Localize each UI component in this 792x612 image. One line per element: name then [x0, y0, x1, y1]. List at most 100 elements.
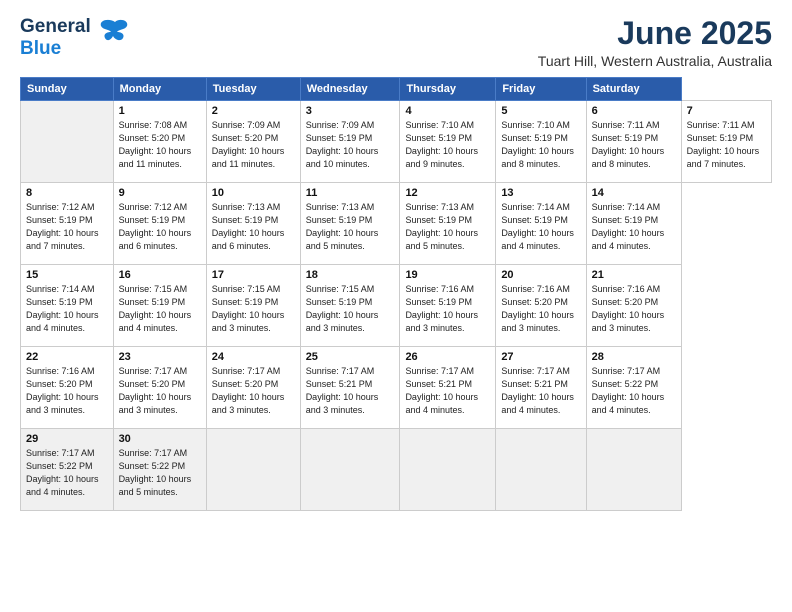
day-number: 8 [26, 187, 108, 199]
day-info: Sunrise: 7:17 AMSunset: 5:22 PMDaylight:… [592, 365, 676, 417]
calendar-day-cell: 28 Sunrise: 7:17 AMSunset: 5:22 PMDayligh… [586, 347, 681, 429]
day-info: Sunrise: 7:13 AMSunset: 5:19 PMDaylight:… [306, 201, 395, 253]
day-header-tuesday: Tuesday [206, 78, 300, 101]
day-info: Sunrise: 7:15 AMSunset: 5:19 PMDaylight:… [119, 283, 201, 335]
header: General Blue June 2025 Tuart Hill, Weste… [20, 16, 772, 69]
calendar-day-cell: 5 Sunrise: 7:10 AMSunset: 5:19 PMDaylight… [496, 101, 586, 183]
month-title: June 2025 [538, 16, 772, 51]
day-number: 4 [405, 105, 490, 117]
day-number: 16 [119, 269, 201, 281]
calendar-day-cell: 24 Sunrise: 7:17 AMSunset: 5:20 PMDayligh… [206, 347, 300, 429]
page: General Blue June 2025 Tuart Hill, Weste… [0, 0, 792, 612]
calendar-week-row: 1 Sunrise: 7:08 AMSunset: 5:20 PMDaylight… [21, 101, 772, 183]
day-info: Sunrise: 7:17 AMSunset: 5:22 PMDaylight:… [119, 447, 201, 499]
location-title: Tuart Hill, Western Australia, Australia [538, 53, 772, 69]
day-info: Sunrise: 7:13 AMSunset: 5:19 PMDaylight:… [405, 201, 490, 253]
day-number: 2 [212, 105, 295, 117]
day-number: 7 [687, 105, 766, 117]
day-number: 25 [306, 351, 395, 363]
calendar-day-cell: 7 Sunrise: 7:11 AMSunset: 5:19 PMDaylight… [681, 101, 771, 183]
calendar-day-cell: 11 Sunrise: 7:13 AMSunset: 5:19 PMDayligh… [300, 183, 400, 265]
day-number: 1 [119, 105, 201, 117]
day-info: Sunrise: 7:09 AMSunset: 5:19 PMDaylight:… [306, 119, 395, 171]
calendar-day-cell: 2 Sunrise: 7:09 AMSunset: 5:20 PMDaylight… [206, 101, 300, 183]
calendar-day-cell: 26 Sunrise: 7:17 AMSunset: 5:21 PMDayligh… [400, 347, 496, 429]
day-number: 29 [26, 433, 108, 445]
day-info: Sunrise: 7:17 AMSunset: 5:20 PMDaylight:… [119, 365, 201, 417]
calendar-week-row: 29 Sunrise: 7:17 AMSunset: 5:22 PMDayligh… [21, 429, 772, 511]
day-number: 9 [119, 187, 201, 199]
day-number: 10 [212, 187, 295, 199]
day-number: 28 [592, 351, 676, 363]
day-number: 12 [405, 187, 490, 199]
day-number: 6 [592, 105, 676, 117]
calendar-day-cell: 16 Sunrise: 7:15 AMSunset: 5:19 PMDayligh… [113, 265, 206, 347]
calendar-day-cell: 9 Sunrise: 7:12 AMSunset: 5:19 PMDaylight… [113, 183, 206, 265]
day-info: Sunrise: 7:17 AMSunset: 5:22 PMDaylight:… [26, 447, 108, 499]
day-number: 11 [306, 187, 395, 199]
calendar-day-cell: 17Sunrise: 7:15 AMSunset: 5:19 PMDayligh… [206, 265, 300, 347]
empty-cell [21, 101, 114, 183]
day-info: Sunrise: 7:16 AMSunset: 5:20 PMDaylight:… [26, 365, 108, 417]
day-header-thursday: Thursday [400, 78, 496, 101]
day-info: Sunrise: 7:17 AMSunset: 5:21 PMDaylight:… [405, 365, 490, 417]
day-header-friday: Friday [496, 78, 586, 101]
empty-cell [400, 429, 496, 511]
empty-cell [300, 429, 400, 511]
calendar-day-cell: 25 Sunrise: 7:17 AMSunset: 5:21 PMDayligh… [300, 347, 400, 429]
day-number: 26 [405, 351, 490, 363]
day-info: Sunrise: 7:08 AMSunset: 5:20 PMDaylight:… [119, 119, 201, 171]
day-info: Sunrise: 7:14 AMSunset: 5:19 PMDaylight:… [26, 283, 108, 335]
empty-cell [206, 429, 300, 511]
day-info: Sunrise: 7:17 AMSunset: 5:21 PMDaylight:… [306, 365, 395, 417]
day-info: Sunrise: 7:15 AMSunset: 5:19 PMDaylight:… [212, 283, 295, 335]
calendar-day-cell: 22 Sunrise: 7:16 AMSunset: 5:20 PMDayligh… [21, 347, 114, 429]
day-number: 21 [592, 269, 676, 281]
calendar-day-cell: 29 Sunrise: 7:17 AMSunset: 5:22 PMDayligh… [21, 429, 114, 511]
calendar-day-cell: 30 Sunrise: 7:17 AMSunset: 5:22 PMDayligh… [113, 429, 206, 511]
day-info: Sunrise: 7:10 AMSunset: 5:19 PMDaylight:… [405, 119, 490, 171]
calendar-week-row: 8 Sunrise: 7:12 AMSunset: 5:19 PMDaylight… [21, 183, 772, 265]
logo-bird-icon [99, 16, 131, 53]
day-info: Sunrise: 7:09 AMSunset: 5:20 PMDaylight:… [212, 119, 295, 171]
title-area: June 2025 Tuart Hill, Western Australia,… [538, 16, 772, 69]
day-header-saturday: Saturday [586, 78, 681, 101]
calendar-day-cell: 13Sunrise: 7:14 AMSunset: 5:19 PMDayligh… [496, 183, 586, 265]
day-number: 19 [405, 269, 490, 281]
day-number: 3 [306, 105, 395, 117]
calendar-day-cell: 27 Sunrise: 7:17 AMSunset: 5:21 PMDayligh… [496, 347, 586, 429]
day-number: 23 [119, 351, 201, 363]
calendar-day-cell: 20 Sunrise: 7:16 AMSunset: 5:20 PMDayligh… [496, 265, 586, 347]
day-info: Sunrise: 7:10 AMSunset: 5:19 PMDaylight:… [501, 119, 580, 171]
calendar-day-cell: 10 Sunrise: 7:13 AMSunset: 5:19 PMDayligh… [206, 183, 300, 265]
day-number: 22 [26, 351, 108, 363]
day-number: 30 [119, 433, 201, 445]
day-info: Sunrise: 7:17 AMSunset: 5:20 PMDaylight:… [212, 365, 295, 417]
day-info: Sunrise: 7:15 AMSunset: 5:19 PMDaylight:… [306, 283, 395, 335]
calendar-day-cell: 6Sunrise: 7:11 AMSunset: 5:19 PMDaylight… [586, 101, 681, 183]
day-number: 5 [501, 105, 580, 117]
day-info: Sunrise: 7:16 AMSunset: 5:20 PMDaylight:… [592, 283, 676, 335]
day-number: 24 [212, 351, 295, 363]
day-info: Sunrise: 7:14 AMSunset: 5:19 PMDaylight:… [501, 201, 580, 253]
day-number: 15 [26, 269, 108, 281]
calendar-day-cell: 15 Sunrise: 7:14 AMSunset: 5:19 PMDayligh… [21, 265, 114, 347]
calendar-day-cell: 3 Sunrise: 7:09 AMSunset: 5:19 PMDaylight… [300, 101, 400, 183]
calendar-week-row: 15 Sunrise: 7:14 AMSunset: 5:19 PMDayligh… [21, 265, 772, 347]
calendar-table: SundayMondayTuesdayWednesdayThursdayFrid… [20, 77, 772, 511]
day-number: 27 [501, 351, 580, 363]
day-info: Sunrise: 7:12 AMSunset: 5:19 PMDaylight:… [26, 201, 108, 253]
day-number: 20 [501, 269, 580, 281]
day-info: Sunrise: 7:12 AMSunset: 5:19 PMDaylight:… [119, 201, 201, 253]
calendar-day-cell: 8 Sunrise: 7:12 AMSunset: 5:19 PMDaylight… [21, 183, 114, 265]
day-info: Sunrise: 7:11 AMSunset: 5:19 PMDaylight:… [687, 119, 766, 171]
calendar-day-cell: 12 Sunrise: 7:13 AMSunset: 5:19 PMDayligh… [400, 183, 496, 265]
calendar-day-cell: 23 Sunrise: 7:17 AMSunset: 5:20 PMDayligh… [113, 347, 206, 429]
calendar-day-cell: 21 Sunrise: 7:16 AMSunset: 5:20 PMDayligh… [586, 265, 681, 347]
day-info: Sunrise: 7:13 AMSunset: 5:19 PMDaylight:… [212, 201, 295, 253]
day-header-wednesday: Wednesday [300, 78, 400, 101]
calendar-day-cell: 19Sunrise: 7:16 AMSunset: 5:19 PMDayligh… [400, 265, 496, 347]
day-header-monday: Monday [113, 78, 206, 101]
day-info: Sunrise: 7:16 AMSunset: 5:20 PMDaylight:… [501, 283, 580, 335]
day-info: Sunrise: 7:17 AMSunset: 5:21 PMDaylight:… [501, 365, 580, 417]
